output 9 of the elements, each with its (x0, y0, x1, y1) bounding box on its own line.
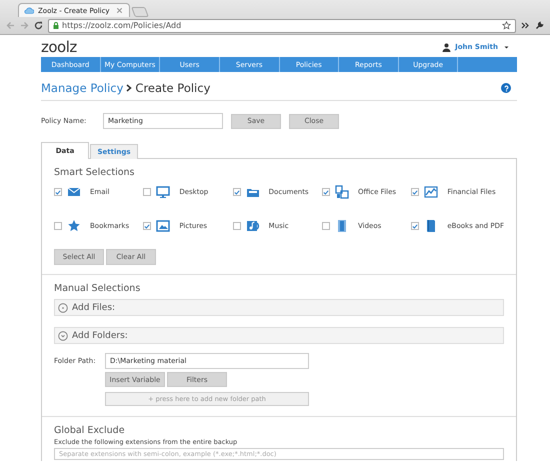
logo[interactable]: zoolz (41, 38, 77, 56)
page-title: Create Policy (135, 81, 210, 95)
section-title: Smart Selections (54, 167, 136, 178)
section-title: Global Exclude (54, 425, 126, 436)
accordion-header[interactable]: Add Files: (54, 299, 504, 316)
accordion-header[interactable]: Add Folders: (54, 327, 504, 344)
section-title: Manual Selections (54, 283, 142, 294)
address-bar[interactable]: https://zoolz.com/Policies/Add (48, 18, 516, 32)
breadcrumb-link[interactable]: Manage Policy (41, 81, 124, 95)
